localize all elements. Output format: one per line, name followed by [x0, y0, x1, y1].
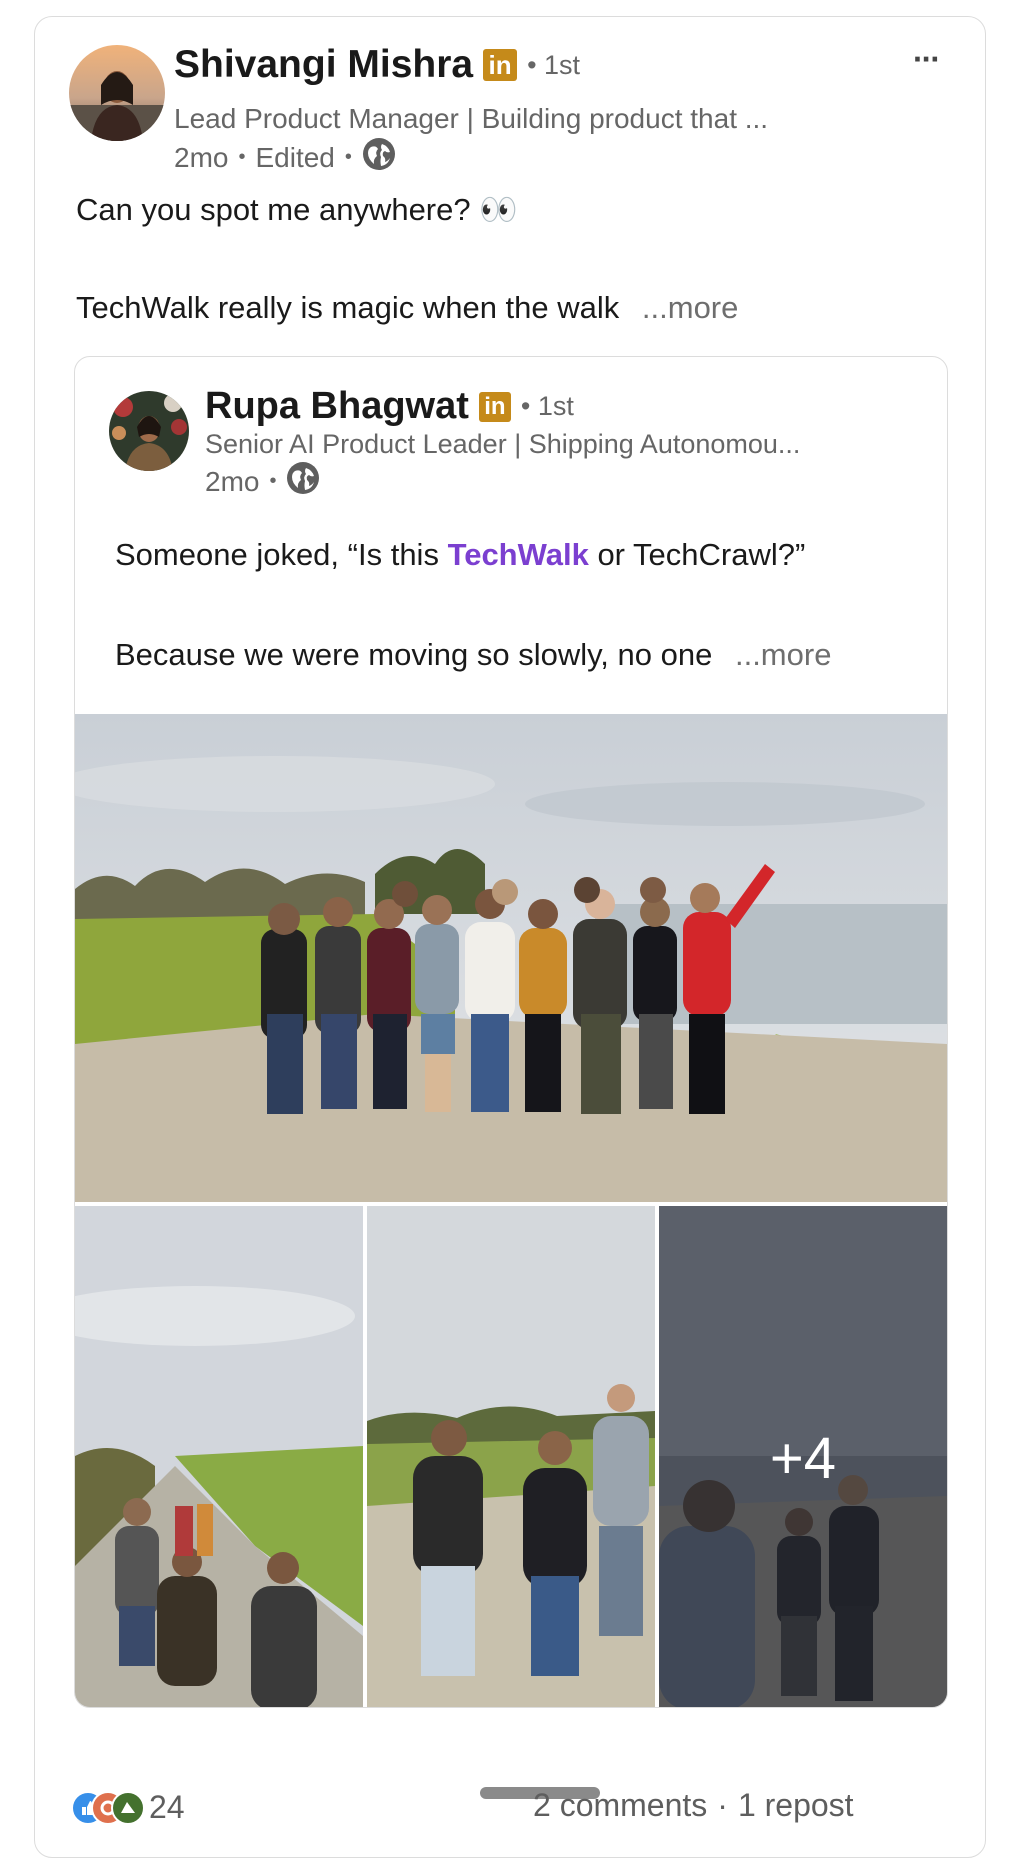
author-avatar[interactable] — [69, 45, 165, 141]
reshared-author-avatar[interactable] — [109, 391, 189, 471]
reaction-count: 24 — [149, 1789, 185, 1825]
edited-label: Edited — [255, 141, 335, 173]
reshared-text-prefix: Someone joked, “Is this — [115, 537, 448, 572]
feed-post-card: Shivangi Mishra in • 1st ··· Lead Produc… — [34, 16, 986, 1858]
reshared-text-line-1: Someone joked, “Is this TechWalk or Tech… — [115, 537, 805, 573]
photo-main-group[interactable] — [75, 714, 947, 1202]
reshared-author-headline: Senior AI Product Leader | Shipping Auto… — [205, 429, 801, 459]
counts-separator: · — [717, 1787, 728, 1823]
post-text-line-2: TechWalk really is magic when the walk .… — [76, 290, 738, 326]
author-name[interactable]: Shivangi Mishra — [174, 43, 473, 87]
meta-separator: • — [269, 470, 277, 492]
meta-separator: • — [344, 146, 352, 168]
connection-degree: • 1st — [520, 391, 574, 421]
more-options-button[interactable]: ··· — [913, 41, 941, 78]
support-icon — [111, 1791, 145, 1825]
reactions-summary[interactable]: 24 — [71, 1787, 191, 1827]
photo-two-walkers[interactable] — [367, 1206, 655, 1707]
photo-walk-path[interactable] — [75, 1206, 363, 1707]
post-text-line-1: Can you spot me anywhere? 👀 — [76, 192, 518, 227]
linkedin-premium-icon: in — [483, 49, 518, 81]
comments-count-link[interactable]: 2 comments — [533, 1787, 707, 1824]
reshared-post-time: 2mo — [205, 465, 260, 497]
globe-icon — [286, 461, 320, 502]
connection-degree: • 1st — [527, 49, 581, 80]
post-text-body: TechWalk really is magic when the walk — [76, 290, 620, 325]
reshared-post[interactable]: Rupa Bhagwat in • 1st Senior AI Product … — [74, 356, 948, 1708]
reshared-text-line-2: Because we were moving so slowly, no one… — [115, 637, 831, 673]
more-photos-count[interactable]: +4 — [659, 1206, 947, 1707]
globe-icon — [362, 137, 396, 178]
post-time: 2mo — [174, 141, 229, 173]
reshared-text-suffix: or TechCrawl?” — [588, 537, 806, 572]
author-headline: Lead Product Manager | Building product … — [174, 103, 769, 134]
see-more-link[interactable]: ...more — [642, 290, 738, 325]
see-more-link[interactable]: ...more — [735, 637, 831, 672]
reshared-author-name[interactable]: Rupa Bhagwat — [205, 385, 469, 428]
hashtag-link[interactable]: TechWalk — [448, 537, 589, 572]
reshared-text-body: Because we were moving so slowly, no one — [115, 637, 713, 672]
linkedin-premium-icon: in — [478, 391, 511, 422]
meta-separator: • — [238, 146, 246, 168]
reposts-count-link[interactable]: 1 repost — [738, 1787, 854, 1824]
photo-more-overlay[interactable]: +4 — [659, 1206, 947, 1707]
